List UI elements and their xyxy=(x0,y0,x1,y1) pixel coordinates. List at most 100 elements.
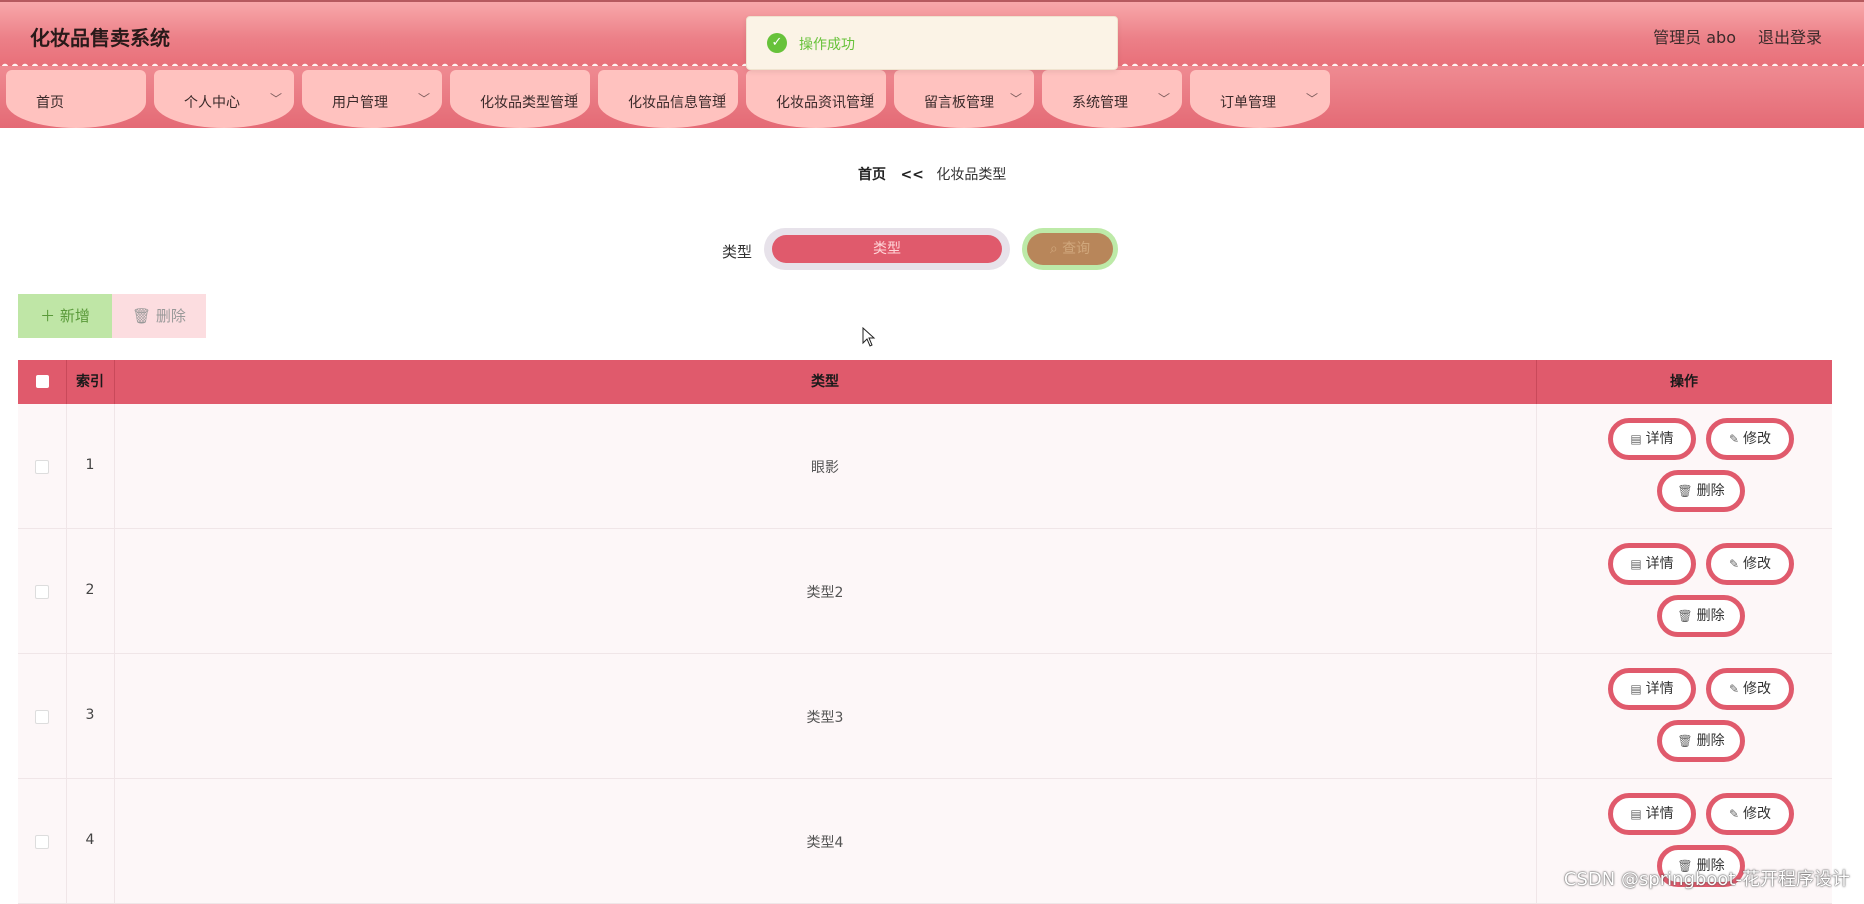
trash-icon: 🗑 xyxy=(1677,609,1693,623)
delete-button[interactable]: 🗑 删除 xyxy=(1657,595,1745,637)
table-row: 4 类型4 ▤ 详情 ✎ 修改 🗑 删除 xyxy=(18,779,1832,904)
document-icon: ▤ xyxy=(1630,682,1642,696)
nav-item-label: 化妆品资讯管理 xyxy=(776,95,874,111)
row-operation-cell: ▤ 详情 ✎ 修改 🗑 删除 xyxy=(1536,654,1832,778)
table-row: 2 类型2 ▤ 详情 ✎ 修改 🗑 删除 xyxy=(18,529,1832,654)
edit-label: 修改 xyxy=(1743,556,1772,572)
edit-button[interactable]: ✎ 修改 xyxy=(1706,418,1794,460)
row-type-cell: 类型3 xyxy=(114,654,1537,778)
nav-item-label: 化妆品信息管理 xyxy=(628,95,726,111)
row-index-cell: 3 xyxy=(66,654,115,778)
row-checkbox[interactable] xyxy=(35,460,49,474)
detail-button[interactable]: ▤ 详情 xyxy=(1608,418,1696,460)
check-circle-icon: ✓ xyxy=(767,33,787,53)
trash-icon: 🗑 xyxy=(132,307,152,325)
trash-icon: 🗑 xyxy=(1677,734,1693,748)
edit-icon: ✎ xyxy=(1728,557,1740,571)
row-type: 类型2 xyxy=(806,585,844,601)
nav-item-message-board-management[interactable]: 留言板管理 ﹀ xyxy=(894,70,1034,128)
add-button[interactable]: ＋ 新增 xyxy=(18,294,112,338)
delete-label: 删除 xyxy=(1696,608,1725,624)
row-checkbox[interactable] xyxy=(35,710,49,724)
type-table: 索引 类型 操作 1 眼影 ▤ 详情 ✎ 修改 🗑 删除 2 类型2 ▤ 详情 … xyxy=(18,360,1832,904)
edit-label: 修改 xyxy=(1743,681,1772,697)
breadcrumb-current: 化妆品类型 xyxy=(936,167,1007,183)
chevron-down-icon: ﹀ xyxy=(1009,92,1022,106)
trash-icon: 🗑 xyxy=(1677,484,1693,498)
chevron-down-icon: ﹀ xyxy=(417,92,430,106)
chevron-down-icon: ﹀ xyxy=(565,92,578,106)
nav-item-cosmetic-info-management[interactable]: 化妆品信息管理 ﹀ xyxy=(598,70,738,128)
detail-label: 详情 xyxy=(1645,556,1674,572)
row-type-cell: 类型4 xyxy=(114,779,1537,903)
query-button-label: 查询 xyxy=(1062,241,1091,257)
edit-button[interactable]: ✎ 修改 xyxy=(1706,793,1794,835)
row-check-cell xyxy=(18,779,67,903)
breadcrumb-separator: << xyxy=(900,167,924,183)
detail-label: 详情 xyxy=(1645,431,1674,447)
row-type-cell: 类型2 xyxy=(114,529,1537,653)
nav-item-cosmetic-news-management[interactable]: 化妆品资讯管理 ﹀ xyxy=(746,70,886,128)
detail-button[interactable]: ▤ 详情 xyxy=(1608,668,1696,710)
detail-label: 详情 xyxy=(1645,681,1674,697)
detail-label: 详情 xyxy=(1645,806,1674,822)
logout-link[interactable]: 退出登录 xyxy=(1758,24,1822,48)
edit-icon: ✎ xyxy=(1728,432,1740,446)
search-field-wrapper xyxy=(764,228,1010,270)
document-icon: ▤ xyxy=(1630,432,1642,446)
row-check-cell xyxy=(18,654,67,778)
plus-icon: ＋ xyxy=(40,307,56,325)
nav-item-personal-center[interactable]: 个人中心 ﹀ xyxy=(154,70,294,128)
row-index: 3 xyxy=(85,707,95,723)
delete-label: 删除 xyxy=(1696,483,1725,499)
nav-item-label: 系统管理 xyxy=(1072,95,1128,111)
row-type: 类型3 xyxy=(806,710,844,726)
row-type: 类型4 xyxy=(806,835,844,851)
chevron-down-icon: ﹀ xyxy=(1157,92,1170,106)
nav-item-label: 首页 xyxy=(36,95,64,111)
mouse-cursor-icon xyxy=(862,327,876,347)
row-index-cell: 1 xyxy=(66,404,115,528)
row-index: 1 xyxy=(85,457,95,473)
delete-button[interactable]: 🗑 删除 xyxy=(1657,470,1745,512)
nav-item-cosmetic-type-management[interactable]: 化妆品类型管理 ﹀ xyxy=(450,70,590,128)
delete-label: 删除 xyxy=(1696,733,1725,749)
nav-item-system-management[interactable]: 系统管理 ﹀ xyxy=(1042,70,1182,128)
nav-item-label: 用户管理 xyxy=(332,95,388,111)
row-checkbox[interactable] xyxy=(35,835,49,849)
query-button[interactable]: ⌕ 查询 xyxy=(1022,228,1118,270)
chevron-down-icon: ﹀ xyxy=(1305,92,1318,106)
bulk-delete-button[interactable]: 🗑 删除 xyxy=(112,294,206,338)
header-select-all-cell xyxy=(18,360,67,404)
row-index-cell: 2 xyxy=(66,529,115,653)
nav-item-order-management[interactable]: 订单管理 ﹀ xyxy=(1190,70,1330,128)
nav-item-home[interactable]: 首页 xyxy=(6,70,146,128)
row-checkbox[interactable] xyxy=(35,585,49,599)
row-index: 2 xyxy=(85,582,95,598)
chevron-down-icon: ﹀ xyxy=(269,92,282,106)
row-type-cell: 眼影 xyxy=(114,404,1537,528)
edit-button[interactable]: ✎ 修改 xyxy=(1706,543,1794,585)
edit-button[interactable]: ✎ 修改 xyxy=(1706,668,1794,710)
detail-button[interactable]: ▤ 详情 xyxy=(1608,543,1696,585)
delete-button[interactable]: 🗑 删除 xyxy=(1657,720,1745,762)
main-nav: 首页 个人中心 ﹀ 用户管理 ﹀ 化妆品类型管理 ﹀ 化妆品信息管理 ﹀ 化妆品… xyxy=(0,66,1864,128)
current-user-label: 管理员 abo xyxy=(1653,28,1736,47)
watermark-text: CSDN @springboot-花开程序设计 xyxy=(1563,869,1850,890)
type-search-input[interactable] xyxy=(772,235,1002,263)
edit-icon: ✎ xyxy=(1728,807,1740,821)
row-check-cell xyxy=(18,529,67,653)
nav-item-label: 化妆品类型管理 xyxy=(480,95,578,111)
app-title: 化妆品售卖系统 xyxy=(30,26,170,50)
table-row: 3 类型3 ▤ 详情 ✎ 修改 🗑 删除 xyxy=(18,654,1832,779)
breadcrumb-home[interactable]: 首页 xyxy=(858,167,886,183)
detail-button[interactable]: ▤ 详情 xyxy=(1608,793,1696,835)
nav-item-user-management[interactable]: 用户管理 ﹀ xyxy=(302,70,442,128)
select-all-checkbox[interactable] xyxy=(36,375,49,388)
bulk-delete-label: 删除 xyxy=(155,307,186,325)
row-index-cell: 4 xyxy=(66,779,115,903)
chevron-down-icon: ﹀ xyxy=(861,92,874,106)
chevron-down-icon: ﹀ xyxy=(713,92,726,106)
row-type: 眼影 xyxy=(811,460,839,476)
document-icon: ▤ xyxy=(1630,557,1642,571)
